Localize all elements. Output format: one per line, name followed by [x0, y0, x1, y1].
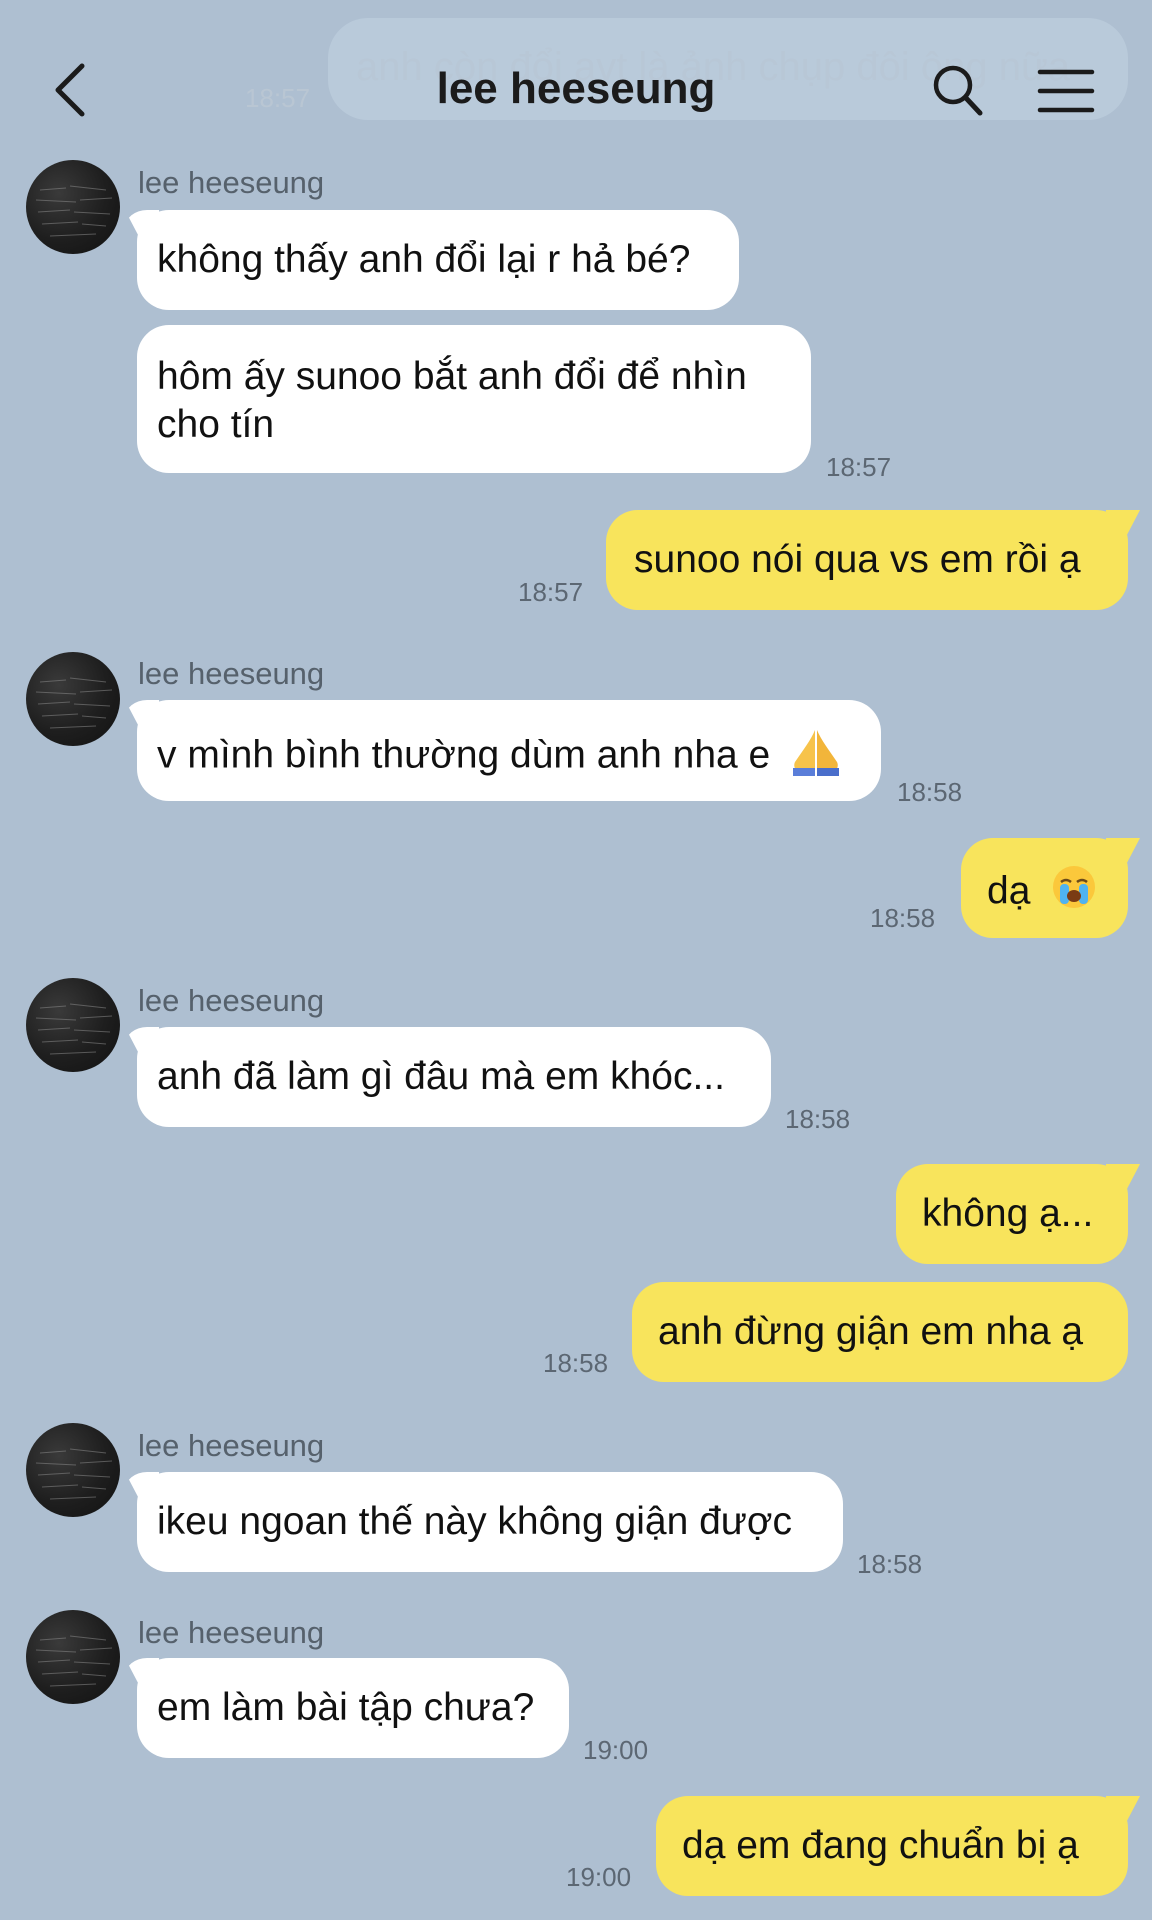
- message-text: không thấy anh đổi lại r hả bé?: [157, 238, 691, 281]
- message-text: sunoo nói qua vs em rồi ạ: [634, 538, 1081, 581]
- search-icon: [933, 65, 983, 116]
- message-bubble[interactable]: v mình bình thường dùm anh nha e: [137, 700, 881, 801]
- message-bubble[interactable]: sunoo nói qua vs em rồi ạ: [606, 510, 1128, 610]
- sender-name: lee heeseung: [138, 165, 325, 200]
- avatar-texture: [35, 1635, 113, 1687]
- chat-header: anh còn đổi avt là ảnh chụp đôi ông nữa …: [0, 0, 1152, 185]
- message-text: dạ: [987, 869, 1031, 913]
- folded-hands-emoji-icon: [789, 726, 843, 788]
- message-bubble[interactable]: hôm ấy sunoo bắt anh đổi để nhìn cho tín: [137, 325, 811, 473]
- message-bubble[interactable]: em làm bài tập chưa?: [137, 1658, 569, 1758]
- sender-name: lee heeseung: [138, 983, 325, 1018]
- avatar[interactable]: [26, 1423, 120, 1517]
- message-time: 18:58: [857, 1549, 923, 1579]
- avatar-texture: [35, 1003, 113, 1055]
- message-text: anh đã làm gì đâu mà em khóc...: [157, 1055, 725, 1098]
- message-bubble[interactable]: không ạ...: [896, 1164, 1128, 1264]
- message-bubble[interactable]: ikeu ngoan thế này không giận được: [137, 1472, 843, 1572]
- message-bubble[interactable]: dạ: [961, 838, 1128, 938]
- message-time: 18:57: [518, 577, 584, 607]
- message-text: dạ em đang chuẩn bị ạ: [682, 1824, 1079, 1867]
- message-time: 18:58: [870, 903, 936, 933]
- hamburger-menu-icon: [1037, 69, 1095, 113]
- message-time: 18:58: [897, 777, 963, 807]
- avatar[interactable]: [26, 652, 120, 746]
- avatar-texture: [35, 677, 113, 729]
- sender-name: lee heeseung: [138, 1428, 325, 1463]
- message-text: anh đừng giận em nha ạ: [658, 1310, 1084, 1353]
- message-bubble[interactable]: dạ em đang chuẩn bị ạ: [656, 1796, 1128, 1896]
- message-text: em làm bài tập chưa?: [157, 1686, 535, 1729]
- message-text: ikeu ngoan thế này không giận được: [157, 1500, 792, 1543]
- message-time: 19:00: [583, 1735, 649, 1765]
- message-time: 18:57: [826, 452, 892, 482]
- message-time: 18:58: [543, 1348, 609, 1378]
- avatar-texture: [35, 185, 113, 237]
- sender-name: lee heeseung: [138, 1615, 325, 1650]
- message-bubble[interactable]: anh đừng giận em nha ạ: [632, 1282, 1128, 1382]
- message-text: v mình bình thường dùm anh nha e: [157, 733, 771, 777]
- message-text: không ạ...: [922, 1192, 1094, 1235]
- avatar[interactable]: [26, 160, 120, 254]
- menu-button[interactable]: [1036, 66, 1096, 116]
- search-button[interactable]: [930, 62, 986, 120]
- message-text: hôm ấy sunoo bắt anh đổi để nhìn cho tín: [157, 355, 747, 446]
- message-bubble[interactable]: anh đã làm gì đâu mà em khóc...: [137, 1027, 771, 1127]
- message-time: 19:00: [566, 1862, 632, 1892]
- sender-name: lee heeseung: [138, 656, 325, 691]
- avatar[interactable]: [26, 1610, 120, 1704]
- crying-face-emoji-icon: [1051, 864, 1097, 922]
- avatar[interactable]: [26, 978, 120, 1072]
- message-bubble[interactable]: không thấy anh đổi lại r hả bé?: [137, 210, 739, 310]
- message-time: 18:58: [785, 1104, 851, 1134]
- avatar-texture: [35, 1448, 113, 1500]
